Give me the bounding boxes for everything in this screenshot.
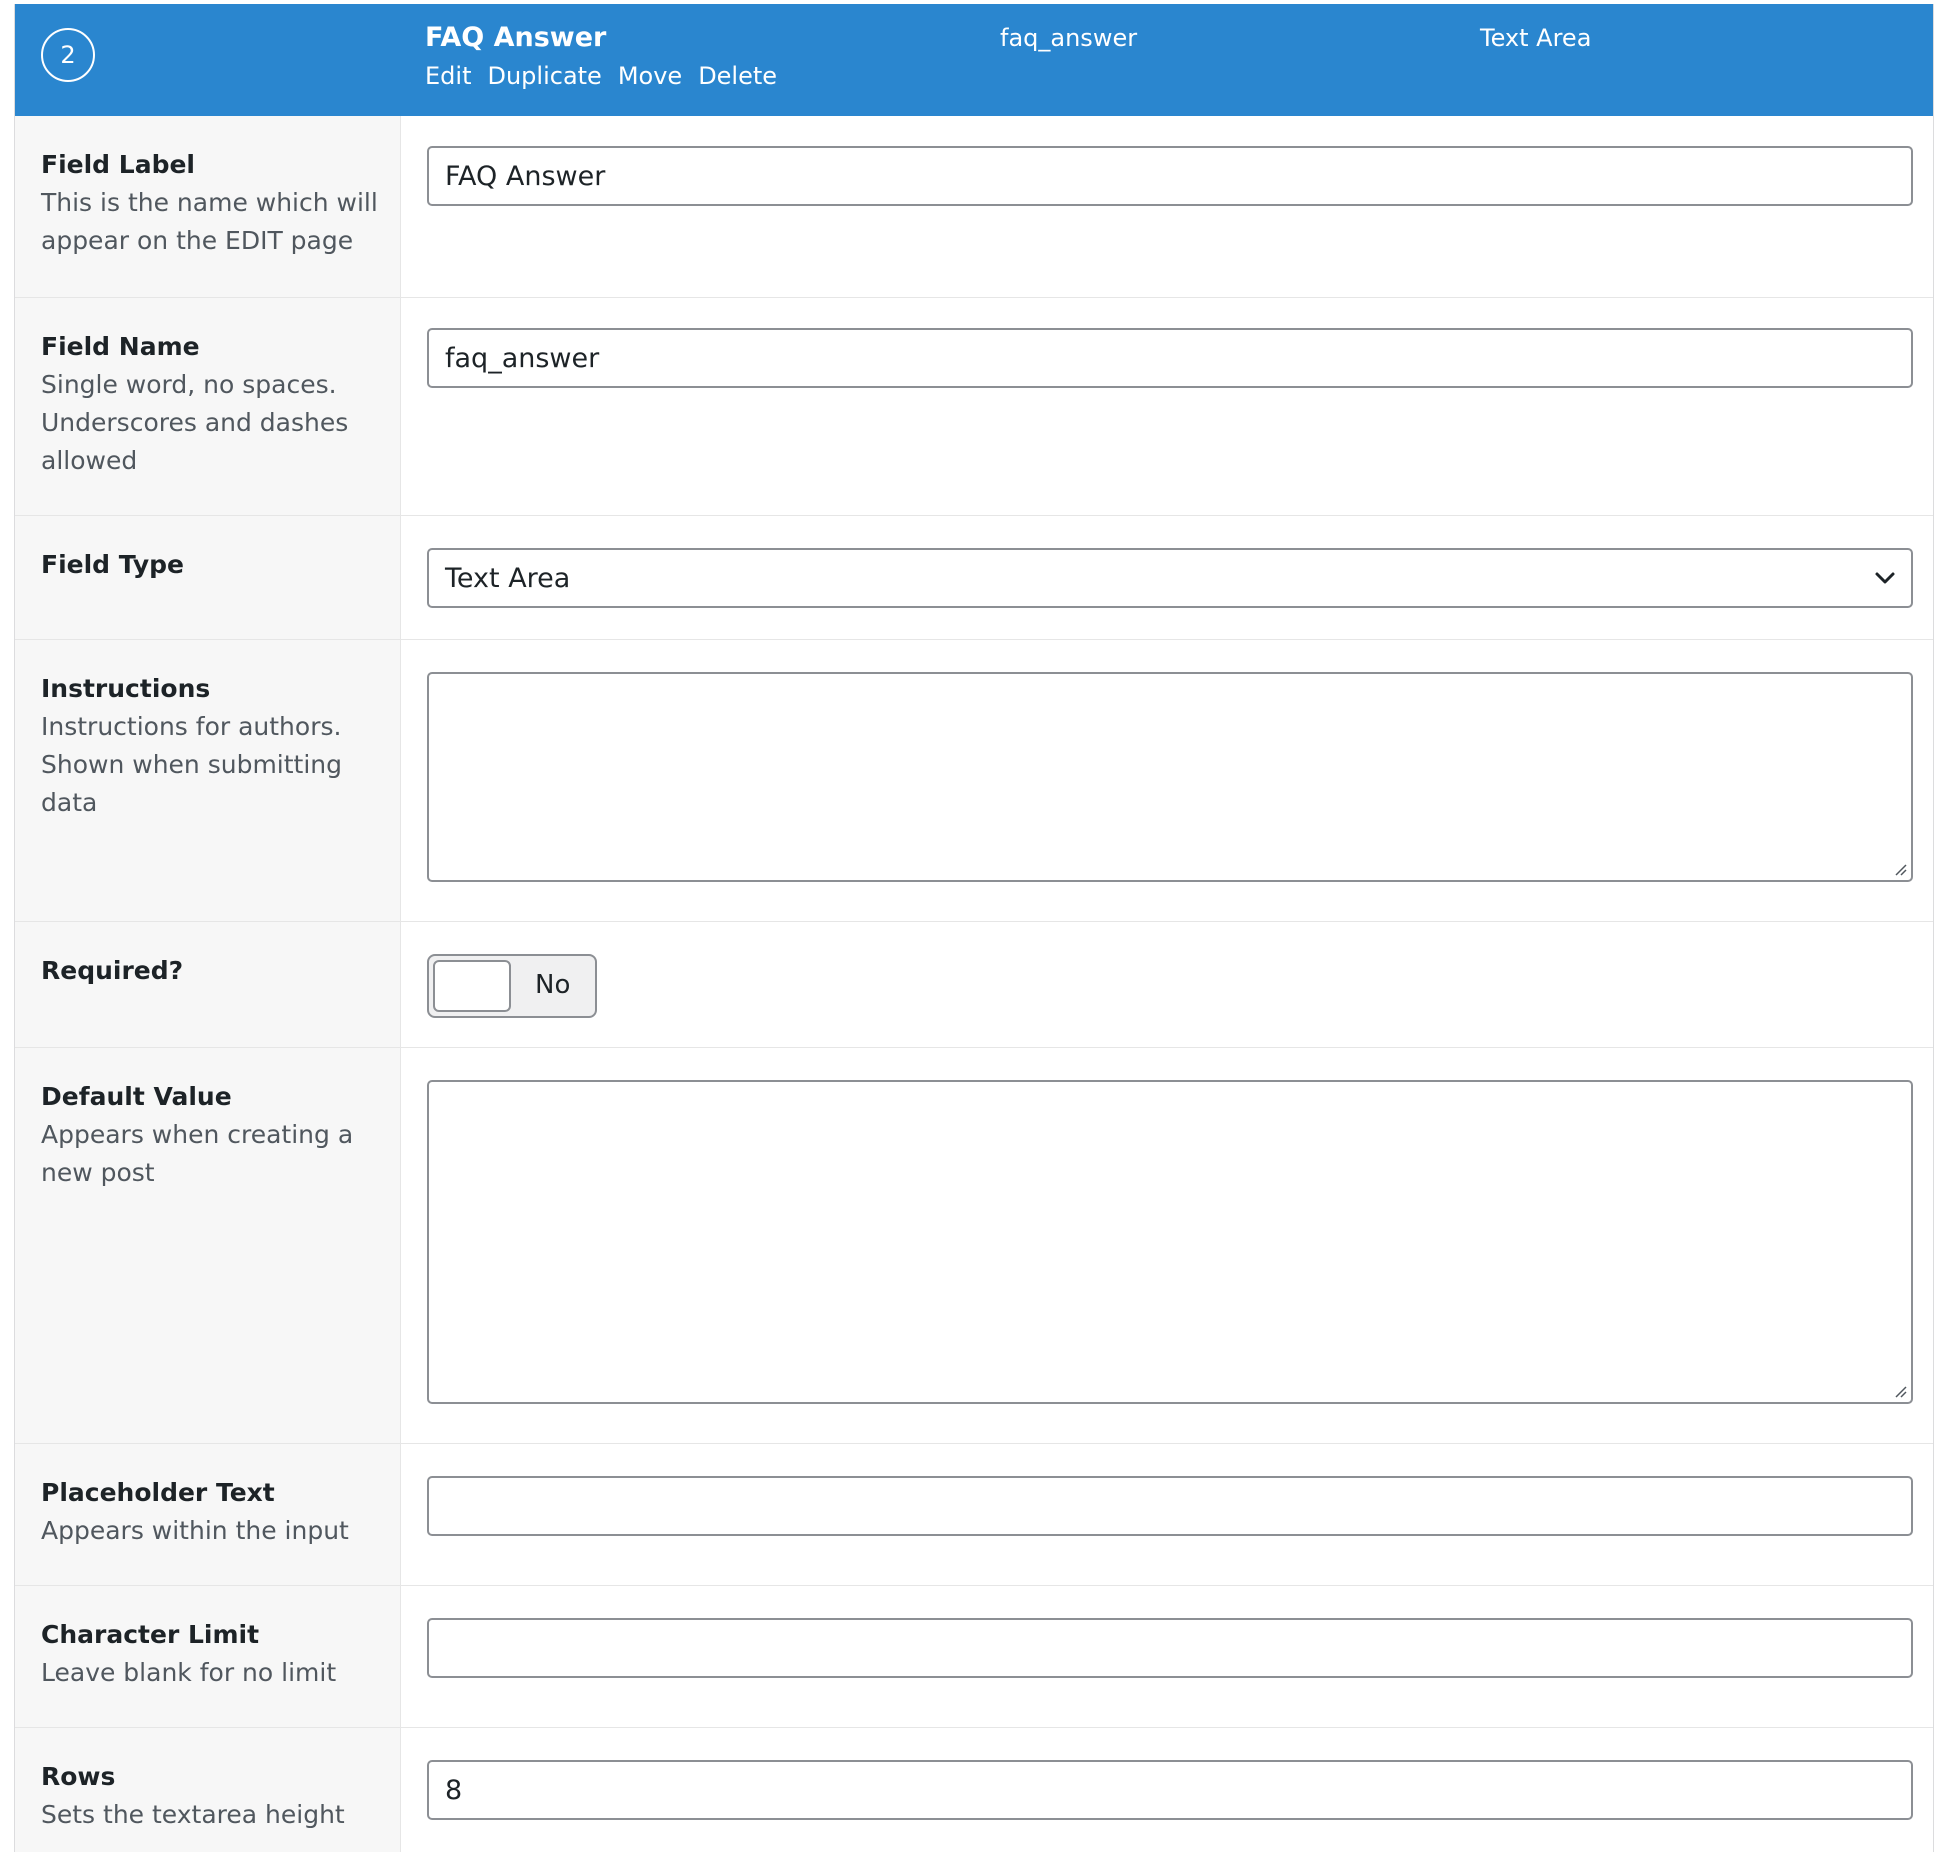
row-label-column: Default Value Appears when creating a ne…: [15, 1048, 401, 1443]
field-name-desc-line: Underscores and dashes: [41, 408, 349, 437]
field-label-title: Field Label: [41, 150, 195, 179]
field-settings-panel: 2 FAQ Answer Edit Duplicate Move Delete …: [14, 4, 1934, 1852]
field-type-select[interactable]: Text Area: [427, 548, 1913, 608]
placeholder-text-input[interactable]: [427, 1476, 1913, 1536]
move-link[interactable]: Move: [618, 62, 682, 90]
required-toggle-label: No: [535, 970, 571, 1000]
default-value-title: Default Value: [41, 1082, 232, 1111]
field-order-badge[interactable]: 2: [41, 28, 95, 82]
row-label-column: Character Limit Leave blank for no limit: [15, 1586, 401, 1727]
field-name-input[interactable]: faq_answer: [427, 328, 1913, 388]
duplicate-link[interactable]: Duplicate: [487, 62, 601, 90]
placeholder-text-title: Placeholder Text: [41, 1478, 275, 1507]
field-type-selected-value: Text Area: [445, 562, 571, 594]
field-label-desc-line: appear on the EDIT page: [41, 226, 354, 255]
row-label-column: Required?: [15, 922, 401, 1047]
toggle-knob: [433, 960, 511, 1012]
chevron-down-icon: [1875, 572, 1895, 584]
field-name-desc-line: Single word, no spaces.: [41, 370, 337, 399]
row-field-type: Field Type Text Area: [15, 516, 1933, 640]
rows-input[interactable]: 8: [427, 1760, 1913, 1820]
row-label-column: Field Label This is the name which will …: [15, 116, 401, 297]
field-label-input[interactable]: FAQ Answer: [427, 146, 1913, 206]
row-label-column: Field Type: [15, 516, 401, 639]
field-header-type: Text Area: [1480, 24, 1592, 52]
edit-link[interactable]: Edit: [425, 62, 471, 90]
delete-link[interactable]: Delete: [698, 62, 777, 90]
row-field-label: Field Label This is the name which will …: [15, 116, 1933, 298]
field-header-name: faq_answer: [1000, 24, 1138, 52]
instructions-desc-line: Shown when submitting: [41, 750, 343, 779]
row-field-name: Field Name Single word, no spaces. Under…: [15, 298, 1933, 516]
row-instructions: Instructions Instructions for authors. S…: [15, 640, 1933, 922]
rows-title: Rows: [41, 1762, 116, 1791]
row-required: Required? No: [15, 922, 1933, 1048]
character-limit-input[interactable]: [427, 1618, 1913, 1678]
field-name-title: Field Name: [41, 332, 200, 361]
instructions-textarea[interactable]: [427, 672, 1913, 882]
field-row-actions: Edit Duplicate Move Delete: [425, 62, 793, 90]
required-toggle[interactable]: No: [427, 954, 597, 1018]
default-value-desc-line: new post: [41, 1158, 155, 1187]
instructions-desc-line: data: [41, 788, 98, 817]
resize-grip-icon[interactable]: [1893, 1384, 1907, 1398]
instructions-desc-line: Instructions for authors.: [41, 712, 342, 741]
row-default-value: Default Value Appears when creating a ne…: [15, 1048, 1933, 1444]
row-placeholder-text: Placeholder Text Appears within the inpu…: [15, 1444, 1933, 1586]
instructions-title: Instructions: [41, 674, 211, 703]
default-value-textarea[interactable]: [427, 1080, 1913, 1404]
default-value-desc-line: Appears when creating a: [41, 1120, 354, 1149]
resize-grip-icon[interactable]: [1893, 862, 1907, 876]
rows-desc: Sets the textarea height: [41, 1800, 345, 1829]
row-label-column: Rows Sets the textarea height: [15, 1728, 401, 1852]
field-name-desc-line: allowed: [41, 446, 138, 475]
row-rows: Rows Sets the textarea height 8: [15, 1728, 1933, 1852]
character-limit-title: Character Limit: [41, 1620, 260, 1649]
row-character-limit: Character Limit Leave blank for no limit: [15, 1586, 1933, 1728]
character-limit-desc: Leave blank for no limit: [41, 1658, 337, 1687]
row-label-column: Instructions Instructions for authors. S…: [15, 640, 401, 921]
row-label-column: Placeholder Text Appears within the inpu…: [15, 1444, 401, 1585]
required-title: Required?: [41, 956, 184, 985]
field-header[interactable]: 2 FAQ Answer Edit Duplicate Move Delete …: [15, 4, 1933, 116]
row-label-column: Field Name Single word, no spaces. Under…: [15, 298, 401, 515]
field-label-desc-line: This is the name which will: [41, 188, 378, 217]
field-header-title[interactable]: FAQ Answer: [425, 22, 606, 53]
field-type-title: Field Type: [41, 550, 185, 579]
placeholder-text-desc: Appears within the input: [41, 1516, 349, 1545]
